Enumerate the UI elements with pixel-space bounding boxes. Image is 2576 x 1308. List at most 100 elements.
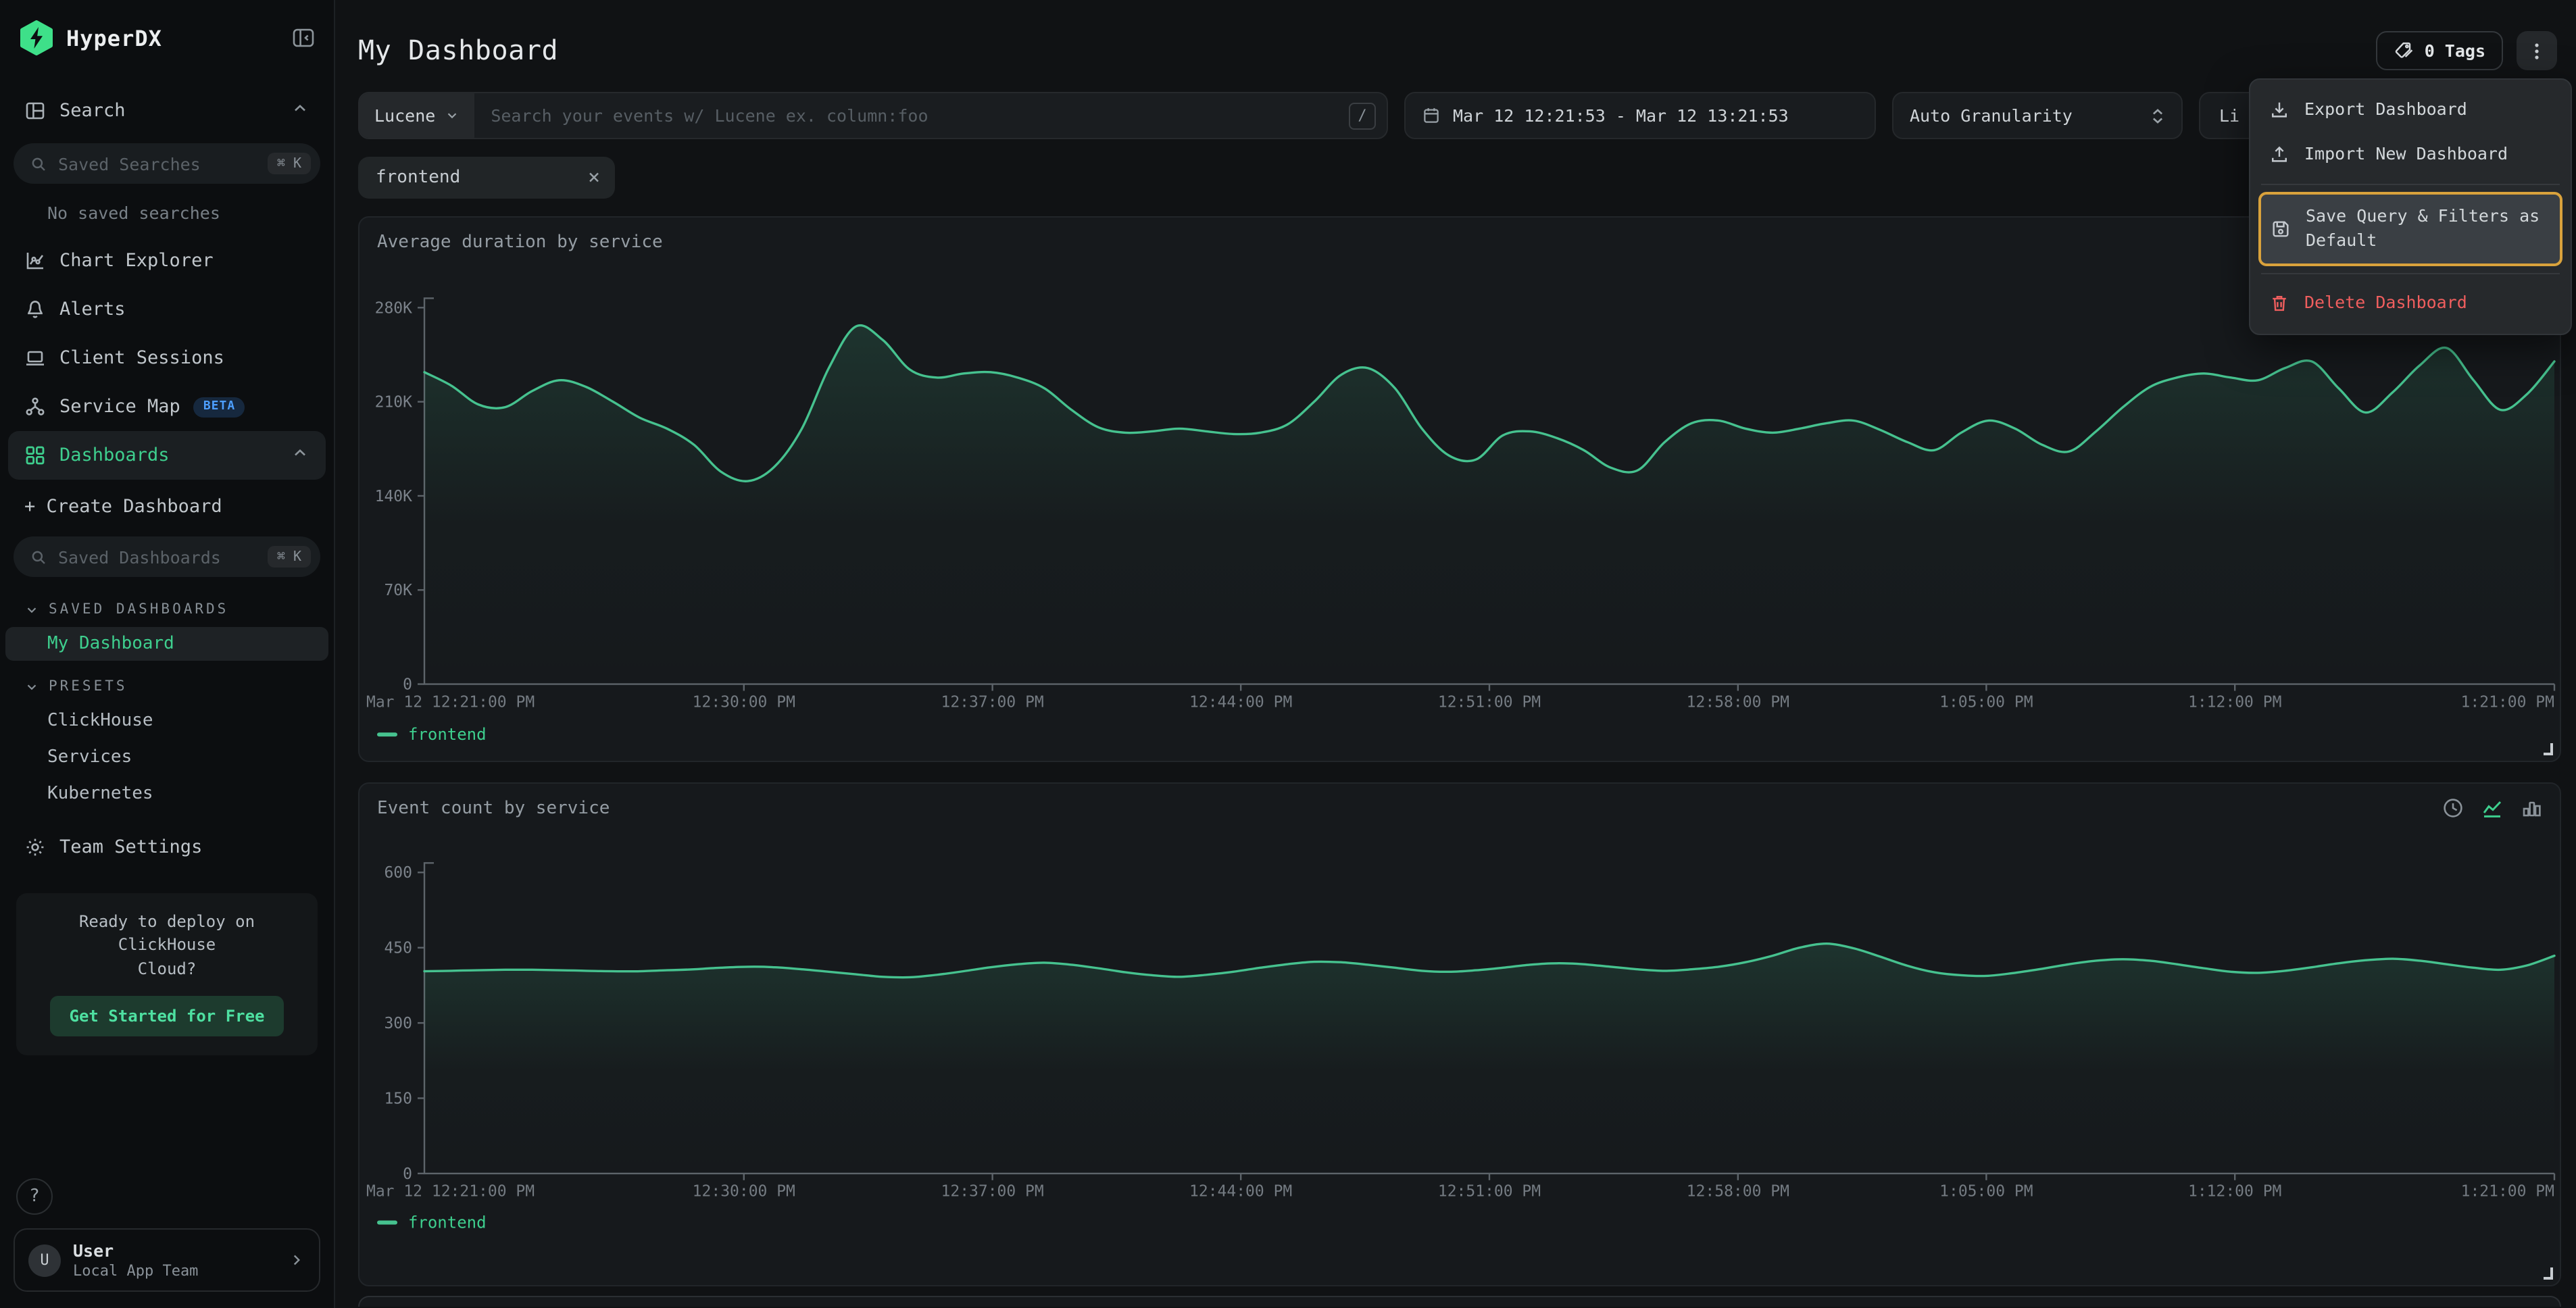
date-range-value: Mar 12 12:21:53 - Mar 12 13:21:53 — [1453, 105, 1789, 126]
svg-text:12:51:00 PM: 12:51:00 PM — [1438, 1183, 1541, 1201]
tags-button[interactable]: 0 Tags — [2376, 31, 2503, 70]
saved-dashboard-my-dashboard[interactable]: My Dashboard — [5, 627, 328, 661]
section-presets[interactable]: PRESETS — [0, 662, 334, 703]
svg-text:1:12:00 PM: 1:12:00 PM — [2188, 693, 2281, 711]
chart-panel-event-count: Event count by service 0150300450600Mar … — [358, 782, 2561, 1286]
sidebar-item-search[interactable]: Search — [0, 86, 334, 135]
svg-text:12:37:00 PM: 12:37:00 PM — [941, 693, 1043, 711]
user-team: Local App Team — [73, 1262, 276, 1280]
query-language-label: Lucene — [374, 105, 435, 126]
menu-item-delete-dashboard[interactable]: Delete Dashboard — [2258, 281, 2562, 326]
preset-clickhouse[interactable]: ClickHouse — [0, 703, 334, 739]
panel-resize-handle[interactable] — [2544, 743, 2553, 755]
chart-title: Event count by service — [377, 799, 610, 819]
menu-item-save-query-default[interactable]: Save Query & Filters as Default — [2258, 191, 2562, 266]
slash-shortcut-badge: / — [1349, 102, 1376, 129]
svg-text:Mar 12 12:21:00 PM: Mar 12 12:21:00 PM — [366, 1183, 535, 1201]
svg-text:0: 0 — [403, 676, 412, 694]
menu-item-export-dashboard[interactable]: Export Dashboard — [2258, 88, 2562, 132]
dashboard-menu-button[interactable] — [2517, 31, 2557, 70]
get-started-button[interactable]: Get Started for Free — [51, 996, 284, 1036]
sidebar-item-chart-explorer[interactable]: Chart Explorer — [0, 236, 334, 285]
bar-chart-icon[interactable] — [2521, 797, 2542, 819]
sidebar-item-dashboards[interactable]: Dashboards — [8, 431, 326, 480]
laptop-icon — [24, 347, 46, 369]
section-saved-dashboards[interactable]: SAVED DASHBOARDS — [0, 585, 334, 626]
chart-toolbar — [2442, 797, 2542, 819]
chevron-down-icon — [24, 679, 39, 694]
sidebar-item-team-settings[interactable]: Team Settings — [0, 823, 334, 872]
preset-kubernetes[interactable]: Kubernetes — [0, 776, 334, 812]
svg-text:frontend: frontend — [408, 725, 487, 744]
search-input[interactable] — [474, 105, 1349, 126]
sidebar-collapse-icon[interactable] — [292, 27, 315, 49]
remove-filter-icon[interactable]: × — [588, 168, 600, 188]
panel-resize-handle[interactable] — [2544, 1267, 2553, 1280]
svg-text:1:05:00 PM: 1:05:00 PM — [1939, 693, 2033, 711]
avg-duration-chart[interactable]: 070K140K210K280KMar 12 12:21:00 PM12:30:… — [360, 218, 2560, 761]
clickhouse-promo-card: Ready to deploy on ClickHouseCloud? Get … — [16, 893, 318, 1055]
dashboard-menu: Export Dashboard Import New Dashboard Sa… — [2249, 78, 2572, 335]
chevron-down-icon — [24, 602, 39, 617]
save-icon — [2271, 219, 2291, 239]
svg-text:1:05:00 PM: 1:05:00 PM — [1939, 1183, 2033, 1201]
area-chart-icon[interactable] — [2481, 797, 2503, 819]
chart-title: Average duration by service — [377, 232, 663, 253]
user-card[interactable]: U User Local App Team — [14, 1228, 320, 1292]
svg-text:12:30:00 PM: 12:30:00 PM — [693, 693, 795, 711]
svg-text:12:44:00 PM: 12:44:00 PM — [1189, 693, 1292, 711]
chevron-up-icon — [291, 99, 309, 123]
svg-text:70K: 70K — [384, 582, 412, 599]
gear-icon — [24, 836, 46, 858]
clock-icon[interactable] — [2442, 797, 2464, 819]
sidebar-item-alerts[interactable]: Alerts — [0, 285, 334, 334]
filter-chip-frontend[interactable]: frontend × — [358, 157, 615, 199]
chart-explorer-icon — [24, 250, 46, 272]
granularity-select[interactable]: Auto Granularity — [1892, 92, 2183, 139]
granularity-value: Auto Granularity — [1910, 105, 2073, 126]
svg-text:450: 450 — [384, 940, 412, 957]
logo-row: HyperDX — [0, 0, 334, 69]
chevron-down-icon — [445, 108, 460, 123]
sidebar-item-service-map[interactable]: Service Map BETA — [0, 382, 334, 431]
sidebar-item-label: Search — [59, 100, 126, 122]
sidebar-item-label: Alerts — [59, 299, 126, 320]
beta-badge: BETA — [194, 397, 245, 417]
event-count-chart[interactable]: 0150300450600Mar 12 12:21:00 PM12:30:00 … — [360, 784, 2560, 1285]
saved-dashboards-input[interactable]: ⌘ K — [14, 536, 320, 577]
sidebar-item-label: Team Settings — [59, 836, 202, 858]
updown-chevrons-icon — [2150, 106, 2165, 125]
create-dashboard-button[interactable]: + Create Dashboard — [0, 485, 334, 528]
no-saved-searches-text: No saved searches — [0, 192, 334, 236]
svg-text:12:51:00 PM: 12:51:00 PM — [1438, 693, 1541, 711]
saved-searches-input[interactable]: ⌘ K — [14, 143, 320, 184]
preset-services[interactable]: Services — [0, 739, 334, 776]
svg-text:Mar 12 12:21:00 PM: Mar 12 12:21:00 PM — [366, 693, 535, 711]
kebab-icon — [2527, 40, 2546, 61]
user-name: User — [73, 1240, 276, 1261]
search-icon — [30, 155, 47, 172]
sidebar-item-client-sessions[interactable]: Client Sessions — [0, 334, 334, 382]
avatar: U — [28, 1244, 61, 1276]
svg-text:12:44:00 PM: 12:44:00 PM — [1189, 1183, 1292, 1201]
svg-text:0: 0 — [403, 1165, 412, 1183]
svg-text:280K: 280K — [375, 299, 413, 317]
svg-text:12:37:00 PM: 12:37:00 PM — [941, 1183, 1044, 1201]
svg-text:1:21:00 PM: 1:21:00 PM — [2461, 693, 2554, 711]
search-icon — [30, 548, 47, 565]
saved-searches-field[interactable] — [58, 153, 257, 174]
tags-label: 0 Tags — [2425, 41, 2485, 61]
menu-item-label: Delete Dashboard — [2304, 291, 2467, 316]
query-language-select[interactable]: Lucene — [360, 93, 474, 138]
menu-item-import-dashboard[interactable]: Import New Dashboard — [2258, 132, 2562, 177]
main-content: My Dashboard 0 Tags Lucene — [335, 0, 2576, 1308]
menu-divider — [2261, 273, 2560, 274]
svg-text:140K: 140K — [375, 488, 413, 505]
live-tail-label: Li — [2219, 105, 2239, 126]
svg-text:600: 600 — [384, 864, 412, 882]
date-range-input[interactable]: Mar 12 12:21:53 - Mar 12 13:21:53 — [1404, 92, 1876, 139]
saved-dashboards-field[interactable] — [58, 547, 257, 567]
help-button[interactable]: ? — [16, 1178, 53, 1215]
dashboard-topbar: 0 Tags — [2376, 31, 2557, 70]
sidebar-item-label: Service Map — [59, 396, 180, 418]
